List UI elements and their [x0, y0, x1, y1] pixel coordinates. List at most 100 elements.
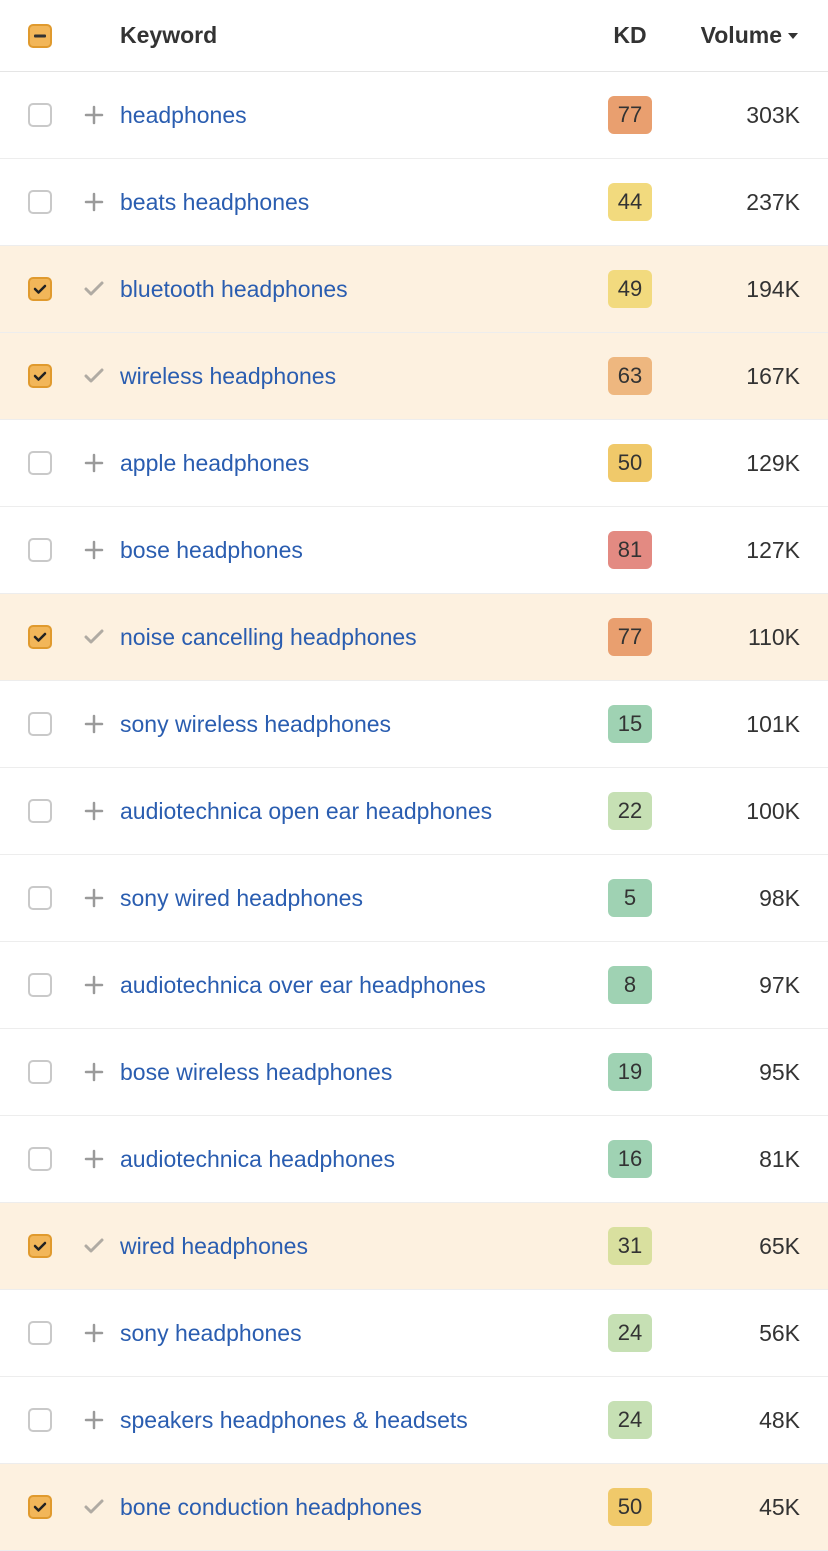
- keyword-link[interactable]: sony headphones: [120, 1320, 302, 1346]
- kd-badge: 77: [608, 96, 652, 134]
- keyword-link[interactable]: wireless headphones: [120, 363, 336, 389]
- table-row: sony headphones 24 56K: [0, 1290, 828, 1377]
- keyword-link[interactable]: bose headphones: [120, 537, 303, 563]
- kd-badge: 15: [608, 705, 652, 743]
- kd-badge: 50: [608, 1488, 652, 1526]
- table-row: wireless headphones63167K: [0, 333, 828, 420]
- row-checkbox[interactable]: [28, 712, 52, 736]
- volume-value: 129K: [670, 450, 800, 477]
- volume-value: 303K: [670, 102, 800, 129]
- plus-icon[interactable]: [83, 1148, 105, 1170]
- volume-value: 56K: [670, 1320, 800, 1347]
- plus-icon[interactable]: [83, 1322, 105, 1344]
- keyword-link[interactable]: bose wireless headphones: [120, 1059, 392, 1085]
- table-row: beats headphones44237K: [0, 159, 828, 246]
- table-row: noise cancelling headphones 77 110K: [0, 594, 828, 681]
- table-row: speakers headphones & headsets2448K: [0, 1377, 828, 1464]
- table-row: audiotechnica open ear headphones22100K: [0, 768, 828, 855]
- row-checkbox[interactable]: [28, 538, 52, 562]
- table-row: apple headphones 50 129K: [0, 420, 828, 507]
- keyword-link[interactable]: sony wireless headphones: [120, 711, 391, 737]
- checkmark-icon[interactable]: [82, 364, 106, 388]
- keyword-link[interactable]: beats headphones: [120, 189, 309, 215]
- table-row: bluetooth headphones 49 194K: [0, 246, 828, 333]
- volume-value: 45K: [670, 1494, 800, 1521]
- kd-badge: 24: [608, 1314, 652, 1352]
- volume-value: 100K: [670, 798, 800, 825]
- checkmark-icon[interactable]: [82, 277, 106, 301]
- table-row: audiotechnica headphones1681K: [0, 1116, 828, 1203]
- row-checkbox[interactable]: [28, 625, 52, 649]
- volume-value: 95K: [670, 1059, 800, 1086]
- caret-down-icon: [786, 29, 800, 43]
- volume-value: 194K: [670, 276, 800, 303]
- plus-icon[interactable]: [83, 1409, 105, 1431]
- row-checkbox[interactable]: [28, 886, 52, 910]
- kd-badge: 77: [608, 618, 652, 656]
- row-checkbox[interactable]: [28, 1060, 52, 1084]
- table-row: sony wired headphones598K: [0, 855, 828, 942]
- table-row: bose wireless headphones 19 95K: [0, 1029, 828, 1116]
- plus-icon[interactable]: [83, 104, 105, 126]
- plus-icon[interactable]: [83, 800, 105, 822]
- select-all-checkbox[interactable]: [28, 24, 52, 48]
- checkmark-icon[interactable]: [82, 1495, 106, 1519]
- table-row: wired headphones3165K: [0, 1203, 828, 1290]
- row-checkbox[interactable]: [28, 1234, 52, 1258]
- kd-badge: 8: [608, 966, 652, 1004]
- keyword-link[interactable]: audiotechnica over ear headphones: [120, 972, 486, 998]
- keyword-table: Keyword KD Volume headphones 77 303K beats …: [0, 0, 828, 1551]
- checkmark-icon[interactable]: [82, 625, 106, 649]
- column-header-keyword[interactable]: Keyword: [116, 22, 590, 49]
- keyword-link[interactable]: apple headphones: [120, 450, 309, 476]
- keyword-link[interactable]: bone conduction headphones: [120, 1494, 422, 1520]
- volume-header-label: Volume: [701, 22, 782, 49]
- keyword-link[interactable]: headphones: [120, 102, 247, 128]
- volume-value: 127K: [670, 537, 800, 564]
- table-row: bose headphones 81 127K: [0, 507, 828, 594]
- keyword-link[interactable]: bluetooth headphones: [120, 276, 348, 302]
- kd-badge: 24: [608, 1401, 652, 1439]
- plus-icon[interactable]: [83, 974, 105, 996]
- keyword-link[interactable]: speakers headphones & headsets: [120, 1407, 468, 1433]
- row-checkbox[interactable]: [28, 364, 52, 388]
- kd-badge: 63: [608, 357, 652, 395]
- volume-value: 237K: [670, 189, 800, 216]
- keyword-link[interactable]: audiotechnica open ear headphones: [120, 798, 492, 824]
- kd-badge: 5: [608, 879, 652, 917]
- row-checkbox[interactable]: [28, 103, 52, 127]
- kd-badge: 49: [608, 270, 652, 308]
- volume-value: 65K: [670, 1233, 800, 1260]
- volume-value: 110K: [670, 624, 800, 651]
- row-checkbox[interactable]: [28, 1321, 52, 1345]
- plus-icon[interactable]: [83, 1061, 105, 1083]
- row-checkbox[interactable]: [28, 1147, 52, 1171]
- kd-badge: 81: [608, 531, 652, 569]
- row-checkbox[interactable]: [28, 1408, 52, 1432]
- plus-icon[interactable]: [83, 887, 105, 909]
- column-header-kd[interactable]: KD: [590, 22, 670, 49]
- keyword-link[interactable]: noise cancelling headphones: [120, 624, 417, 650]
- kd-badge: 16: [608, 1140, 652, 1178]
- table-row: bone conduction headphones 50 45K: [0, 1464, 828, 1551]
- row-checkbox[interactable]: [28, 190, 52, 214]
- row-checkbox[interactable]: [28, 1495, 52, 1519]
- column-header-volume[interactable]: Volume: [670, 22, 800, 49]
- plus-icon[interactable]: [83, 539, 105, 561]
- volume-value: 97K: [670, 972, 800, 999]
- table-row: sony wireless headphones15101K: [0, 681, 828, 768]
- plus-icon[interactable]: [83, 713, 105, 735]
- row-checkbox[interactable]: [28, 973, 52, 997]
- kd-badge: 50: [608, 444, 652, 482]
- row-checkbox[interactable]: [28, 451, 52, 475]
- plus-icon[interactable]: [83, 191, 105, 213]
- keyword-link[interactable]: sony wired headphones: [120, 885, 363, 911]
- table-row: audiotechnica over ear headphones 8 97K: [0, 942, 828, 1029]
- kd-badge: 19: [608, 1053, 652, 1091]
- row-checkbox[interactable]: [28, 799, 52, 823]
- checkmark-icon[interactable]: [82, 1234, 106, 1258]
- keyword-link[interactable]: wired headphones: [120, 1233, 308, 1259]
- row-checkbox[interactable]: [28, 277, 52, 301]
- keyword-link[interactable]: audiotechnica headphones: [120, 1146, 395, 1172]
- plus-icon[interactable]: [83, 452, 105, 474]
